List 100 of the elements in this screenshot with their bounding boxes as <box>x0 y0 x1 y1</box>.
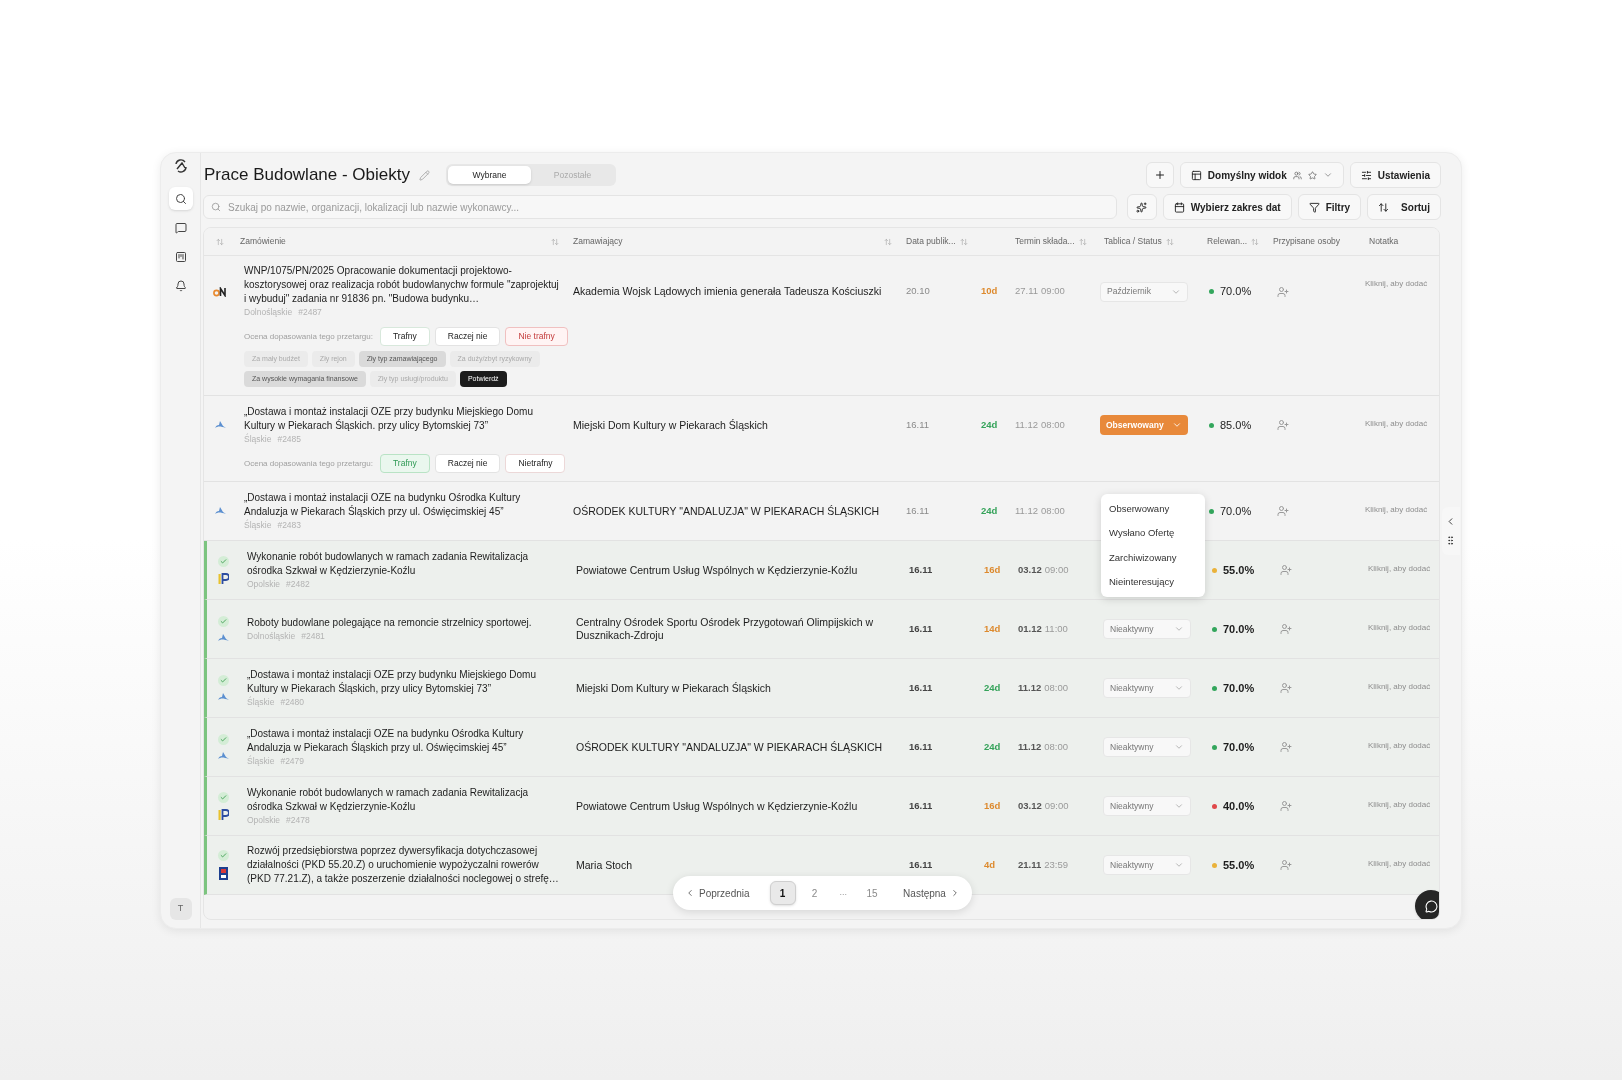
sort-icon[interactable] <box>1165 237 1174 246</box>
table-row[interactable] <box>204 718 1439 777</box>
note-placeholder[interactable]: Kliknij, aby dodać <box>1368 858 1439 870</box>
verified-badge-icon <box>217 615 229 627</box>
tender-title[interactable]: „Dostawa i montaż instalacji OZE na budynku Ośrodka Kultury Andaluzja w Piekarach Śląskich przy ul. Oświęcimskiej 45” <box>247 726 564 755</box>
tender-title[interactable]: WNP/1075/PN/2025 Opracowanie dokumentacji projektowo-kosztorysowej oraz realizacja robót budowlanychw formule "zaprojektuj i wybuduj" zadania nr 91836 pn. "Budowa budynku… <box>244 264 561 306</box>
note-placeholder[interactable]: Kliknij, aby dodać <box>1365 418 1439 430</box>
deadline-date: 11.12 <box>1015 503 1039 518</box>
tender-title[interactable]: Wykonanie robót budowlanych w ramach zadania Rewitalizacja ośrodka Szkwał w Kędzierzynie-Koźlu <box>247 785 564 814</box>
page-button[interactable]: 2 <box>803 881 826 905</box>
date-range-button[interactable]: Wybierz zakres dat <box>1162 194 1292 220</box>
tender-title[interactable]: „Dostawa i montaż instalacji OZE przy budynku Miejskiego Domu Kultury w Piekarach Śląskich, przy ulicy Bytomskiej 73” <box>247 667 564 696</box>
next-button[interactable]: Następna <box>903 885 960 901</box>
assign-person-icon[interactable] <box>1277 419 1289 431</box>
star-icon <box>1307 170 1317 180</box>
menu-item[interactable]: Nieinteresujący <box>1101 569 1205 594</box>
sort-icon[interactable] <box>551 237 559 246</box>
view-tab[interactable]: Wybrane <box>448 166 531 184</box>
verified-badge-icon <box>217 733 229 745</box>
filter-button[interactable]: Filtry <box>1297 194 1362 220</box>
note-placeholder[interactable]: Kliknij, aby dodać <box>1368 563 1439 575</box>
client-name: Powiatowe Centrum Usług Wspólnych w Kędzierzynie-Koźlu <box>575 563 859 577</box>
relevance-value: 70.0% <box>1220 503 1252 519</box>
note-placeholder[interactable]: Kliknij, aby dodać <box>1365 504 1439 516</box>
table-row[interactable] <box>204 541 1439 600</box>
note-placeholder[interactable]: Kliknij, aby dodać <box>1368 740 1439 752</box>
ai-button[interactable] <box>1126 194 1157 220</box>
menu-item[interactable]: Obserwowany <box>1101 497 1205 522</box>
org-logo-icon <box>213 420 227 430</box>
tender-title[interactable]: „Dostawa i montaż instalacji OZE przy budynku Miejskiego Domu Kultury w Piekarach Śląskich. przy ulicy Bytomskiej 73” <box>244 404 561 433</box>
assign-person-icon[interactable] <box>1277 285 1289 298</box>
status-select[interactable]: Nieaktywny <box>1103 737 1191 757</box>
rating-option[interactable]: Nie trafny <box>505 327 568 346</box>
plus-icon <box>1153 169 1166 181</box>
tender-title[interactable]: Rozwój przedsiębiorstwa poprzez dywersyfikacja dotychczasowej działalności (PKD 55.20.Z) o uruchomienie wypożyczalni rowerów (PKD 77.21.Z), a także poszerzenie działalności noclegowej o strefę… <box>247 844 564 886</box>
rating-option[interactable]: Nietrafny <box>505 454 566 473</box>
table-row[interactable] <box>204 600 1439 659</box>
user-avatar[interactable]: T <box>169 898 192 920</box>
status-select[interactable]: Nieaktywny <box>1103 855 1191 875</box>
assign-person-icon[interactable] <box>1277 505 1289 517</box>
note-placeholder[interactable]: Kliknij, aby dodać <box>1368 681 1439 693</box>
view-button[interactable]: Domyślny widok <box>1179 162 1344 188</box>
sparkle-icon <box>1136 201 1148 213</box>
sort-icon[interactable] <box>884 237 892 246</box>
previous-button[interactable]: Poprzednia <box>685 885 750 901</box>
assign-person-icon[interactable] <box>1280 564 1292 576</box>
caret-icon <box>1174 801 1184 811</box>
page-button[interactable]: 15 <box>861 881 884 905</box>
deadline-time: 08:00 <box>1044 739 1069 754</box>
sort-icon[interactable] <box>1078 237 1087 246</box>
org-logo-icon <box>217 572 229 585</box>
rating-option[interactable]: Trafny <box>380 327 430 346</box>
verified-badge-icon <box>217 850 229 861</box>
rating-option[interactable]: Raczej nie <box>434 454 501 473</box>
deadline-date: 01.12 <box>1018 621 1042 636</box>
table-row[interactable] <box>204 777 1439 836</box>
status-select[interactable]: Nieaktywny <box>1103 678 1191 698</box>
column-header: Termin składa... <box>1015 235 1075 248</box>
add-button[interactable] <box>1145 162 1174 188</box>
table-row[interactable] <box>204 659 1439 718</box>
assign-person-icon[interactable] <box>1280 682 1292 694</box>
client-name: Powiatowe Centrum Usług Wspólnych w Kędzierzynie-Koźlu <box>575 799 859 813</box>
assign-person-icon[interactable] <box>1280 859 1292 871</box>
assign-person-icon[interactable] <box>1280 800 1292 812</box>
deadline-date: 03.12 <box>1018 562 1042 577</box>
rating-option[interactable]: Raczej nie <box>434 327 501 346</box>
tender-number: #2487 <box>298 306 322 319</box>
settings-button[interactable]: Ustawienia <box>1349 162 1441 188</box>
status-select[interactable]: Październik <box>1100 281 1188 302</box>
menu-item[interactable]: Wysłano Ofertę <box>1101 521 1205 546</box>
tender-title[interactable]: „Dostawa i montaż instalacji OZE na budynku Ośrodka Kultury Andaluzja w Piekarach Śląskich przy ul. Oświęcimskiej 45” <box>244 490 561 519</box>
assign-person-icon[interactable] <box>1280 623 1292 635</box>
days-left: 16d <box>984 562 1002 577</box>
client-name: Miejski Dom Kultury w Piekarach Śląskich <box>572 418 769 432</box>
sort-button[interactable]: Sortuj <box>1367 194 1441 220</box>
assign-person-icon[interactable] <box>1280 741 1292 753</box>
verified-badge-icon <box>217 791 229 803</box>
sidebar-item[interactable] <box>168 187 193 210</box>
tender-number: #2483 <box>277 518 302 532</box>
rating-option[interactable]: Trafny <box>380 454 430 473</box>
sort-icon[interactable] <box>216 237 224 246</box>
settings-icon <box>1360 169 1372 181</box>
verified-badge-icon <box>217 674 229 686</box>
verified-badge-icon <box>217 555 229 567</box>
tender-title[interactable]: Wykonanie robót budowlanych w ramach zadania Rewitalizacja ośrodka Szkwał w Kędzierzynie-Koźlu <box>247 549 564 578</box>
search-field[interactable]: Szukaj po nazwie, organizacji, lokalizacji lub nazwie wykonawcy... <box>203 195 1117 219</box>
deadline-time: 08:00 <box>1044 680 1069 695</box>
sort-icon[interactable] <box>959 237 968 246</box>
menu-item[interactable]: Zarchiwizowany <box>1101 545 1205 570</box>
client-name: OŚRODEK KULTURY "ANDALUZJA" W PIEKARACH ŚLĄSKICH <box>575 740 884 754</box>
edit-icon[interactable] <box>419 169 430 181</box>
status-select[interactable]: Nieaktywny <box>1103 619 1191 639</box>
note-placeholder[interactable]: Kliknij, aby dodać <box>1368 622 1439 634</box>
note-placeholder[interactable]: Kliknij, aby dodać <box>1365 278 1439 290</box>
status-select[interactable]: Nieaktywny <box>1103 796 1191 816</box>
page-button[interactable]: 1 <box>769 881 796 905</box>
sort-icon[interactable] <box>1251 237 1259 246</box>
note-placeholder[interactable]: Kliknij, aby dodać <box>1368 799 1439 811</box>
tender-title[interactable]: Roboty budowlane polegające na remoncie strzelnicy sportowej. <box>247 615 564 630</box>
caret-icon <box>1174 683 1184 693</box>
